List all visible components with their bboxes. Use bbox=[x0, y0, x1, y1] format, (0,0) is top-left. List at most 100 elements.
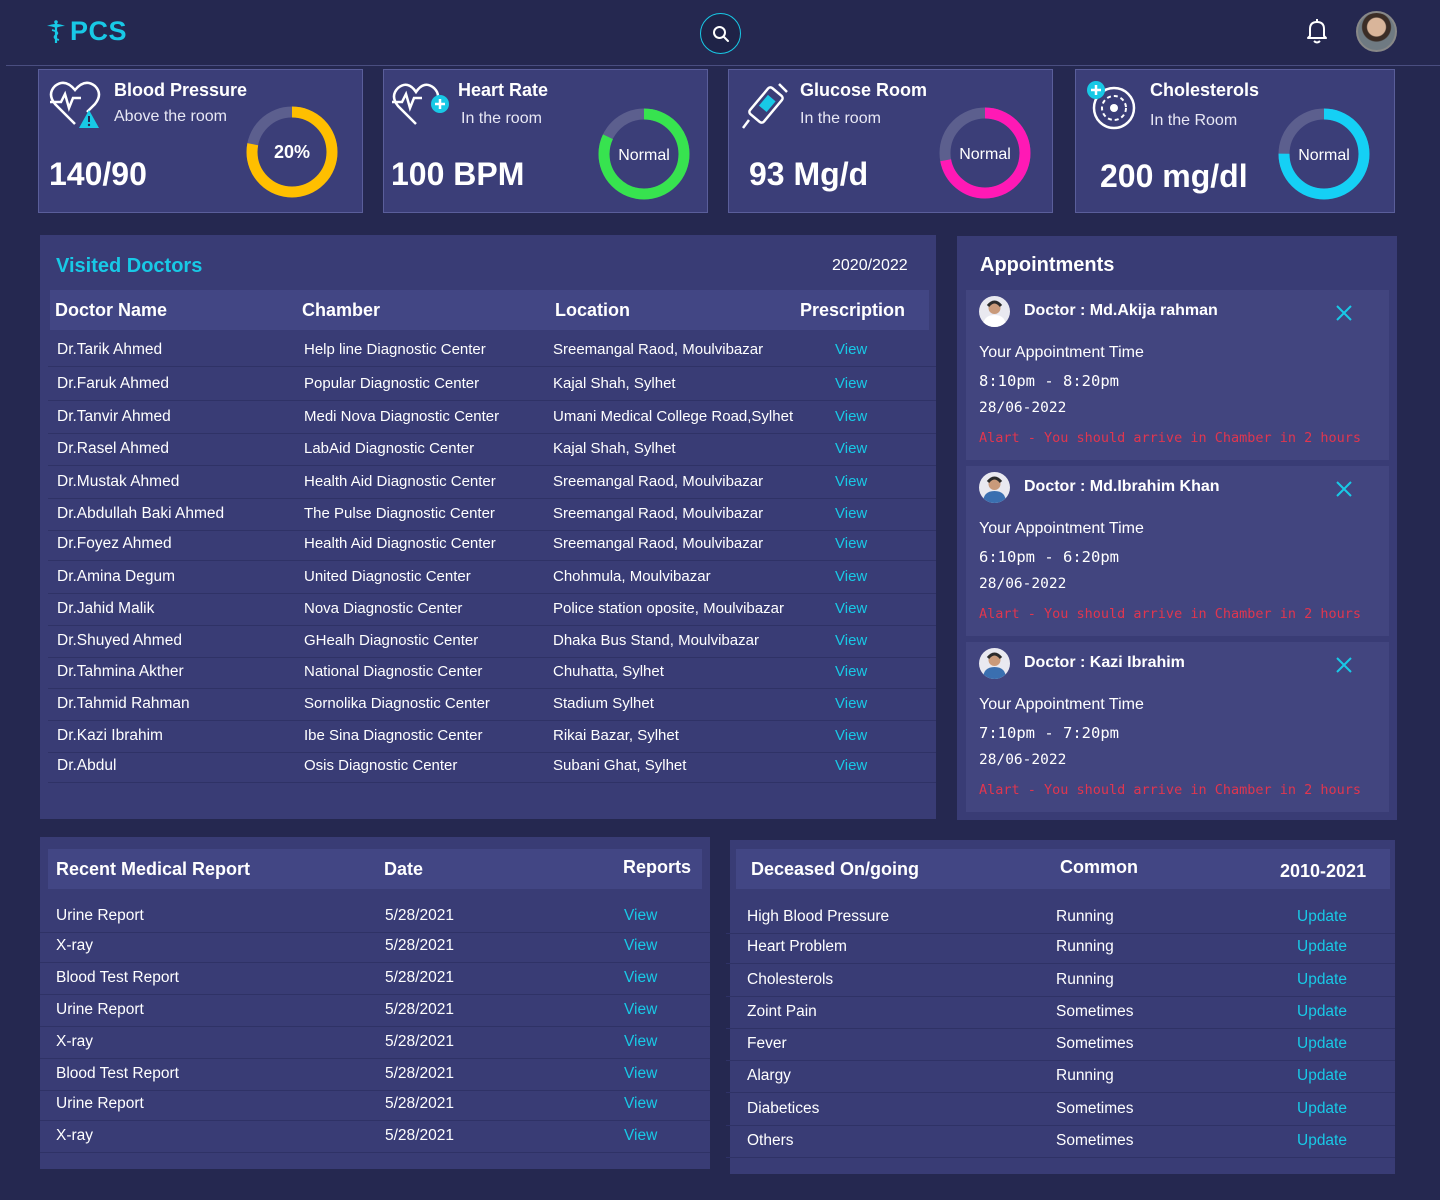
disease-frequency: Sometimes bbox=[1056, 1100, 1134, 1117]
disease-update-link[interactable]: Update bbox=[1297, 1003, 1347, 1021]
caduceus-icon bbox=[47, 19, 65, 43]
appointment-date: 28/06-2022 bbox=[979, 576, 1067, 592]
app-logo[interactable]: PCS bbox=[44, 16, 127, 47]
close-icon[interactable] bbox=[1335, 480, 1353, 498]
prescription-view-link[interactable]: View bbox=[835, 600, 867, 617]
reports-table-header: Recent Medical Report Date Reports bbox=[48, 849, 702, 889]
disease-frequency: Running bbox=[1056, 908, 1114, 925]
disease-update-link[interactable]: Update bbox=[1297, 1100, 1347, 1118]
disease-panel: Deceased On/going Common 2010-2021 High … bbox=[726, 840, 1395, 1174]
location-text: Subani Ghat, Sylhet bbox=[553, 757, 687, 774]
report-view-link[interactable]: View bbox=[624, 1001, 657, 1019]
report-name: Blood Test Report bbox=[56, 969, 179, 986]
report-name: X-ray bbox=[56, 937, 94, 954]
appointment-doctor-name: Doctor : Md.Akija rahman bbox=[1024, 302, 1218, 319]
stat-subtitle: In the room bbox=[800, 110, 881, 127]
prescription-view-link[interactable]: View bbox=[835, 341, 867, 358]
search-icon bbox=[712, 25, 729, 42]
appointment-time: 8:10pm - 8:20pm bbox=[979, 372, 1119, 390]
appointment-time: 7:10pm - 7:20pm bbox=[979, 724, 1119, 742]
doctor-name: Dr.Rasel Ahmed bbox=[57, 440, 169, 457]
location-text: Kajal Shah, Sylhet bbox=[553, 375, 676, 392]
disease-update-link[interactable]: Update bbox=[1297, 1067, 1347, 1085]
appointment-alert: Alart - You should arrive in Chamber in … bbox=[979, 782, 1362, 798]
close-icon[interactable] bbox=[1335, 656, 1353, 674]
prescription-view-link[interactable]: View bbox=[835, 663, 867, 680]
disease-update-link[interactable]: Update bbox=[1297, 908, 1347, 926]
notification-bell-icon[interactable] bbox=[1303, 16, 1331, 46]
location-text: Umani Medical College Road,Sylhet bbox=[553, 408, 794, 425]
disease-name: Heart Problem bbox=[747, 938, 847, 955]
report-view-link[interactable]: View bbox=[624, 1033, 657, 1051]
stat-title: Cholesterols bbox=[1150, 80, 1260, 100]
visited-doctors-title: Visited Doctors bbox=[56, 255, 203, 277]
doctors-table-header: Doctor Name Chamber Location Prescriptio… bbox=[50, 290, 929, 330]
disease-row: Fever Sometimes Update bbox=[726, 1029, 1395, 1061]
stat-card-blood-pressure: Blood Pressure Above the room 140/90 20% bbox=[38, 69, 363, 213]
report-view-link[interactable]: View bbox=[624, 1127, 657, 1145]
stat-value: 200 mg/dl bbox=[1100, 158, 1248, 194]
heartbeat-warning-icon bbox=[49, 81, 101, 128]
prescription-view-link[interactable]: View bbox=[835, 632, 867, 649]
prescription-view-link[interactable]: View bbox=[835, 568, 867, 585]
user-avatar[interactable] bbox=[1356, 11, 1397, 52]
doctor-name: Dr.Tahmid Rahman bbox=[57, 695, 190, 712]
doctor-row: Dr.Tarik Ahmed Help line Diagnostic Cente… bbox=[48, 335, 936, 367]
location-text: Sreemangal Raod, Moulvibazar bbox=[553, 535, 764, 552]
report-name: X-ray bbox=[56, 1127, 94, 1144]
doctor-avatar bbox=[979, 472, 1010, 503]
doctor-row: Dr.Abdul Osis Diagnostic Center Subani Gha… bbox=[48, 751, 936, 783]
report-name: Urine Report bbox=[56, 1095, 144, 1112]
prescription-view-link[interactable]: View bbox=[835, 535, 867, 552]
appointment-alert: Alart - You should arrive in Chamber in … bbox=[979, 606, 1362, 622]
location-text: Chohmula, Moulvibazar bbox=[553, 568, 711, 585]
stat-ring: Normal bbox=[1278, 108, 1370, 200]
prescription-view-link[interactable]: View bbox=[835, 473, 867, 490]
report-view-link[interactable]: View bbox=[624, 937, 657, 955]
prescription-view-link[interactable]: View bbox=[835, 408, 867, 425]
location-text: Sreemangal Raod, Moulvibazar bbox=[553, 473, 764, 490]
glucose-meter-icon bbox=[742, 83, 788, 129]
disease-name: Fever bbox=[747, 1035, 787, 1052]
report-view-link[interactable]: View bbox=[624, 1095, 657, 1113]
prescription-view-link[interactable]: View bbox=[835, 757, 867, 774]
disease-row: Alargy Running Update bbox=[726, 1061, 1395, 1093]
prescription-view-link[interactable]: View bbox=[835, 505, 867, 522]
doctor-row: Dr.Mustak Ahmed Health Aid Diagnostic Cen… bbox=[48, 467, 936, 499]
disease-name: Diabetices bbox=[747, 1100, 820, 1117]
stat-card-cholesterol: Cholesterols In the Room 200 mg/dl Norma… bbox=[1075, 69, 1395, 213]
disease-update-link[interactable]: Update bbox=[1297, 971, 1347, 989]
report-view-link[interactable]: View bbox=[624, 907, 657, 925]
ring-label: Normal bbox=[618, 147, 670, 164]
close-icon[interactable] bbox=[1335, 304, 1353, 322]
doctor-name: Dr.Shuyed Ahmed bbox=[57, 632, 182, 649]
doctor-row: Dr.Shuyed Ahmed GHealh Diagnostic Center D… bbox=[48, 626, 936, 658]
disease-update-link[interactable]: Update bbox=[1297, 1035, 1347, 1053]
report-row: X-ray 5/28/2021 View bbox=[40, 931, 710, 963]
chamber-name: Health Aid Diagnostic Center bbox=[304, 473, 496, 490]
doctor-row: Dr.Kazi Ibrahim Ibe Sina Diagnostic Cente… bbox=[48, 721, 936, 753]
chamber-name: LabAid Diagnostic Center bbox=[304, 440, 475, 457]
prescription-view-link[interactable]: View bbox=[835, 375, 867, 392]
report-row: X-ray 5/28/2021 View bbox=[40, 1121, 710, 1153]
col-doctor-name: Doctor Name bbox=[55, 300, 168, 320]
disease-update-link[interactable]: Update bbox=[1297, 1132, 1347, 1150]
doctor-row: Dr.Abdullah Baki Ahmed The Pulse Diagnost… bbox=[48, 499, 936, 531]
col-period: 2010-2021 bbox=[1280, 861, 1367, 881]
doctor-row: Dr.Amina Degum United Diagnostic Center Ch… bbox=[48, 562, 936, 594]
report-date: 5/28/2021 bbox=[385, 1065, 454, 1082]
chamber-name: The Pulse Diagnostic Center bbox=[304, 505, 495, 522]
search-button[interactable] bbox=[700, 13, 741, 54]
doctor-name: Dr.Tanvir Ahmed bbox=[57, 408, 171, 425]
report-view-link[interactable]: View bbox=[624, 969, 657, 987]
disease-name: Cholesterols bbox=[747, 971, 834, 988]
prescription-view-link[interactable]: View bbox=[835, 695, 867, 712]
prescription-view-link[interactable]: View bbox=[835, 440, 867, 457]
report-name: Blood Test Report bbox=[56, 1065, 179, 1082]
disease-update-link[interactable]: Update bbox=[1297, 938, 1347, 956]
report-view-link[interactable]: View bbox=[624, 1065, 657, 1083]
appointment-card: Doctor : Md.Ibrahim Khan Your Appointment… bbox=[966, 466, 1389, 636]
appointment-doctor-name: Doctor : Md.Ibrahim Khan bbox=[1024, 478, 1220, 495]
prescription-view-link[interactable]: View bbox=[835, 727, 867, 744]
disease-row: High Blood Pressure Running Update bbox=[726, 902, 1395, 934]
